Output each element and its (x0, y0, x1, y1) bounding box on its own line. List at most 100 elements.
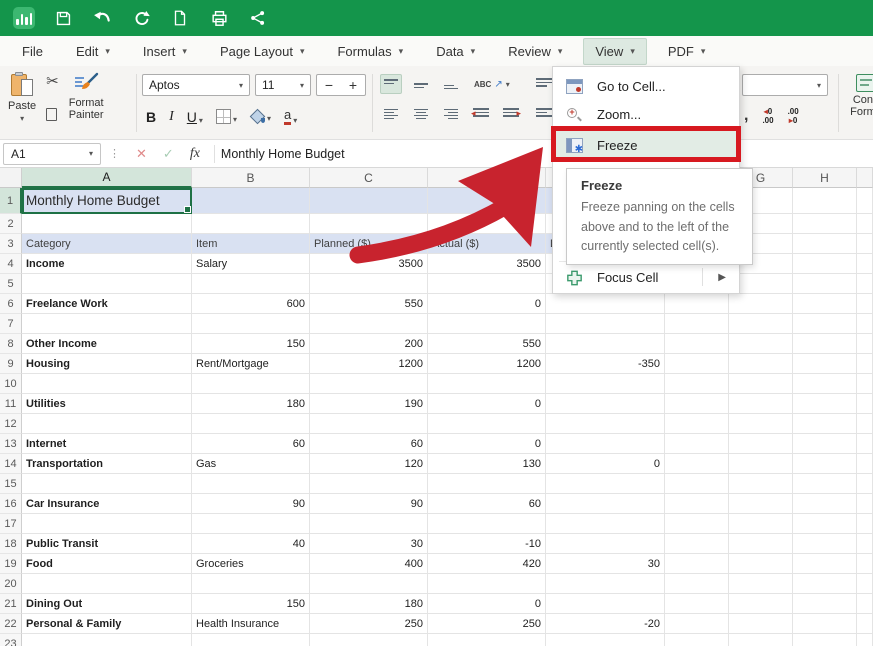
column-header-D[interactable]: D (428, 168, 546, 188)
increase-font-size-button[interactable]: + (341, 77, 365, 93)
cell-D23[interactable] (428, 634, 546, 646)
cell-C8[interactable]: 200 (310, 334, 428, 354)
cell-F11[interactable] (665, 394, 729, 414)
cell-H2[interactable] (793, 214, 857, 234)
column-header-H[interactable]: H (793, 168, 857, 188)
confirm-icon[interactable]: ✓ (163, 146, 174, 162)
cell-D2[interactable] (428, 214, 546, 234)
cell-C11[interactable]: 190 (310, 394, 428, 414)
cell-H16[interactable] (793, 494, 857, 514)
cell-H20[interactable] (793, 574, 857, 594)
cell-E16[interactable] (546, 494, 665, 514)
cell-B10[interactable] (192, 374, 310, 394)
cell-F18[interactable] (665, 534, 729, 554)
row-header-23[interactable]: 23 (0, 634, 22, 646)
cell-G9[interactable] (729, 354, 793, 374)
cell-B8[interactable]: 150 (192, 334, 310, 354)
cell-D20[interactable] (428, 574, 546, 594)
cell-E19[interactable]: 30 (546, 554, 665, 574)
decrease-decimal-button[interactable]: .00▸0 (788, 107, 799, 125)
cell-G16[interactable] (729, 494, 793, 514)
undo-icon[interactable] (90, 6, 114, 30)
cell-C2[interactable] (310, 214, 428, 234)
cell-B18[interactable]: 40 (192, 534, 310, 554)
fill-color-button[interactable]: ▾ (250, 110, 271, 123)
cell-A3[interactable]: Category (22, 234, 192, 254)
cell-G13[interactable] (729, 434, 793, 454)
column-header-C[interactable]: C (310, 168, 428, 188)
cell-D13[interactable]: 0 (428, 434, 546, 454)
row-header-9[interactable]: 9 (0, 354, 22, 374)
row-header-8[interactable]: 8 (0, 334, 22, 354)
redo-icon[interactable] (129, 6, 153, 30)
borders-button[interactable]: ▾ (216, 109, 237, 124)
cell-D16[interactable]: 60 (428, 494, 546, 514)
menu-insert[interactable]: Insert▾ (131, 38, 199, 65)
cell-H23[interactable] (793, 634, 857, 646)
cell-D9[interactable]: 1200 (428, 354, 546, 374)
cell-A22[interactable]: Personal & Family (22, 614, 192, 634)
cell-D19[interactable]: 420 (428, 554, 546, 574)
cell-D6[interactable]: 0 (428, 294, 546, 314)
cell-E12[interactable] (546, 414, 665, 434)
cell-G6[interactable] (729, 294, 793, 314)
cell-C4[interactable]: 3500 (310, 254, 428, 274)
menu-edit[interactable]: Edit▾ (64, 38, 122, 65)
cell-B5[interactable] (192, 274, 310, 294)
cell-F21[interactable] (665, 594, 729, 614)
cell-A8[interactable]: Other Income (22, 334, 192, 354)
row-header-1[interactable]: 1 (0, 188, 22, 214)
cell-H1[interactable] (793, 188, 857, 214)
cell-B20[interactable] (192, 574, 310, 594)
cell-E8[interactable] (546, 334, 665, 354)
cut-icon[interactable]: ✂ (46, 74, 59, 90)
cell-A15[interactable] (22, 474, 192, 494)
cell-E18[interactable] (546, 534, 665, 554)
share-icon[interactable] (246, 6, 270, 30)
row-header-7[interactable]: 7 (0, 314, 22, 334)
cell-B7[interactable] (192, 314, 310, 334)
insert-function-icon[interactable]: fx (190, 146, 200, 162)
menu-review[interactable]: Review▾ (496, 38, 574, 65)
cell-D3[interactable]: Actual ($) (428, 234, 546, 254)
cell-A16[interactable]: Car Insurance (22, 494, 192, 514)
cell-G8[interactable] (729, 334, 793, 354)
align-center-button[interactable] (410, 104, 432, 124)
cell-F16[interactable] (665, 494, 729, 514)
cell-B1[interactable] (192, 188, 310, 214)
cell-F15[interactable] (665, 474, 729, 494)
select-all-corner[interactable] (0, 168, 22, 188)
cell-C23[interactable] (310, 634, 428, 646)
row-header-5[interactable]: 5 (0, 274, 22, 294)
cell-F12[interactable] (665, 414, 729, 434)
cell-B16[interactable]: 90 (192, 494, 310, 514)
cell-E22[interactable]: -20 (546, 614, 665, 634)
cell-D10[interactable] (428, 374, 546, 394)
menu-item-focus-cell[interactable]: Focus Cell ▶ (553, 263, 739, 291)
cell-B23[interactable] (192, 634, 310, 646)
text-orientation-button[interactable]: ABC↗▾ (474, 79, 510, 90)
cell-A2[interactable] (22, 214, 192, 234)
cell-C5[interactable] (310, 274, 428, 294)
conditional-format-button[interactable]: CondForma (846, 74, 873, 118)
cell-G17[interactable] (729, 514, 793, 534)
cell-A7[interactable] (22, 314, 192, 334)
row-header-14[interactable]: 14 (0, 454, 22, 474)
cell-G22[interactable] (729, 614, 793, 634)
cell-G12[interactable] (729, 414, 793, 434)
cell-B4[interactable]: Salary (192, 254, 310, 274)
cell-B9[interactable]: Rent/Mortgage (192, 354, 310, 374)
font-size-select[interactable]: 11▾ (255, 74, 311, 96)
cancel-icon[interactable]: ✕ (136, 146, 147, 162)
row-header-3[interactable]: 3 (0, 234, 22, 254)
cell-B13[interactable]: 60 (192, 434, 310, 454)
cell-D4[interactable]: 3500 (428, 254, 546, 274)
align-left-button[interactable] (380, 104, 402, 124)
cell-D1[interactable] (428, 188, 546, 214)
format-painter-button[interactable]: FormatPainter (69, 72, 104, 123)
row-header-11[interactable]: 11 (0, 394, 22, 414)
cell-F10[interactable] (665, 374, 729, 394)
cell-A19[interactable]: Food (22, 554, 192, 574)
cell-D12[interactable] (428, 414, 546, 434)
copy-icon[interactable] (46, 108, 57, 121)
